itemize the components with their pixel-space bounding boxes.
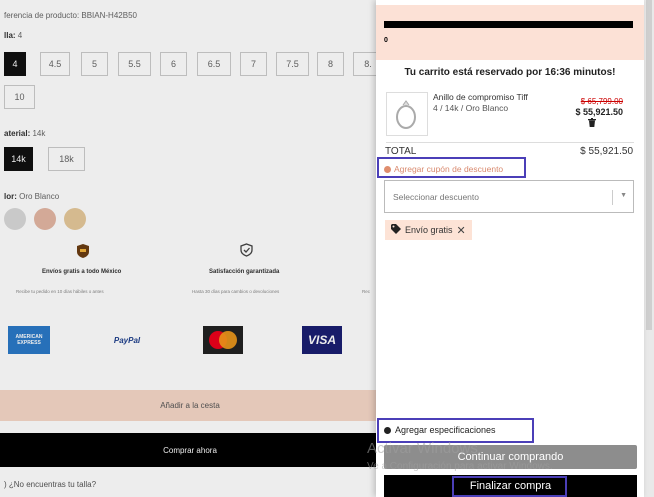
cart-item-old-price: $ 65,799.00 <box>580 97 623 106</box>
ring-icon <box>396 100 416 129</box>
cart-header-count: 0 <box>384 37 388 44</box>
checkout-highlight-box <box>452 476 567 497</box>
cart-header: 0 <box>376 5 644 60</box>
close-icon[interactable]: ✕ <box>457 224 466 237</box>
reservation-message: Tu carrito está reservado por 16:36 minu… <box>404 67 616 78</box>
discount-tag-chip: Envío gratis ✕ <box>385 220 472 240</box>
trash-icon[interactable] <box>588 118 596 130</box>
total-label: TOTAL <box>385 146 417 157</box>
plus-circle-icon <box>384 426 391 434</box>
discount-select[interactable]: Seleccionar descuento ▼ <box>384 180 634 213</box>
cart-divider <box>386 142 634 143</box>
tag-icon <box>391 224 401 236</box>
product-thumbnail <box>386 92 428 136</box>
discount-tag-label: Envío gratis <box>405 225 453 235</box>
total-value: $ 55,921.50 <box>580 146 633 157</box>
windows-activation-subtitle: Ve a Configuración para activar Windows. <box>367 461 553 472</box>
add-coupon-link[interactable]: Agregar cupón de descuento <box>384 164 503 174</box>
add-specifications-link[interactable]: Agregar especificaciones <box>384 425 496 435</box>
cart-header-bar <box>384 21 633 28</box>
scrollbar-thumb[interactable] <box>646 0 652 330</box>
chevron-down-icon: ▼ <box>620 192 627 199</box>
cart-item-variant: 4 / 14k / Oro Blanco <box>433 103 509 113</box>
windows-activation-title: Activar Windows <box>367 440 478 457</box>
discount-select-placeholder: Seleccionar descuento <box>393 191 480 202</box>
backdrop-overlay[interactable] <box>0 0 376 497</box>
cart-item-name[interactable]: Anillo de compromiso Tiff <box>433 92 528 102</box>
cart-item-price: $ 55,921.50 <box>575 107 623 117</box>
cart-drawer: 0 Tu carrito está reservado por 16:36 mi… <box>376 0 644 497</box>
plus-circle-icon <box>384 165 391 173</box>
page-scrollbar[interactable] <box>644 0 654 497</box>
